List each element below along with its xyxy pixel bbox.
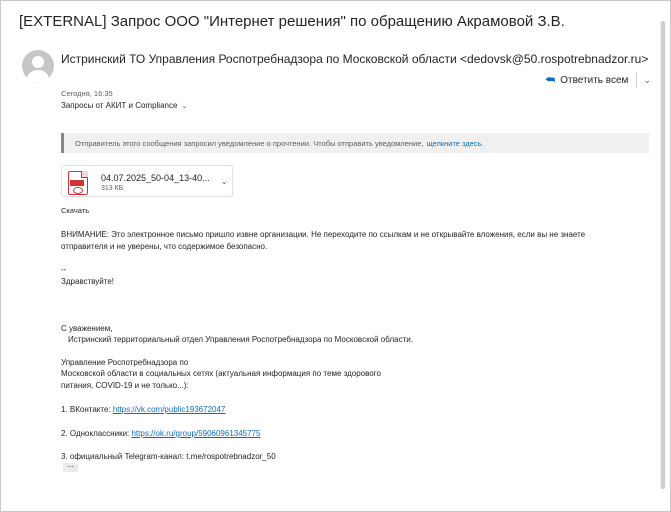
attachment-card[interactable]: 04.07.2025_50-04_13-40... 313 КБ ⌄ (61, 165, 233, 197)
pdf-fold-shape (81, 171, 88, 178)
notice-text: Отправитель этого сообщения запросил уве… (75, 138, 424, 148)
greeting: Здравствуйте! (61, 277, 115, 286)
vertical-scrollbar[interactable] (660, 21, 666, 489)
ok-link[interactable]: https://ok.ru/group/59060961345775 (131, 429, 260, 438)
chevron-down-icon[interactable]: ⌄ (220, 176, 228, 187)
ok-line: 2. Одноклассники: https://ok.ru/group/59… (61, 429, 260, 438)
download-link[interactable]: Скачать (61, 206, 89, 215)
regards: С уважением, (61, 324, 113, 333)
pdf-symbol-shape (73, 187, 83, 194)
vk-link[interactable]: https://vk.com/public193672047 (113, 405, 226, 414)
vk-line: 1. ВКонтакте: https://vk.com/public19367… (61, 405, 225, 414)
pdf-label-shape (70, 180, 84, 186)
send-receipt-link[interactable]: щелкните здесь. (426, 139, 483, 148)
reply-all-button[interactable]: ⮪ Ответить всем (545, 74, 628, 87)
signature-dashes: -- (61, 265, 67, 274)
scrollbar-thumb[interactable] (661, 21, 665, 489)
reply-all-label: Ответить всем (560, 74, 629, 86)
recipients-label: Запросы от АКИТ и Compliance (61, 101, 178, 110)
sender-name[interactable]: Истринский ТО Управления Роспотребнадзор… (61, 52, 648, 66)
avatar-body-shape (27, 70, 49, 82)
social-line-2: Московской области в социальных сетях (а… (61, 369, 381, 378)
vk-label: 1. ВКонтакте: (61, 405, 113, 414)
reply-toolbar: ⮪ Ответить всем ⌄ (545, 71, 651, 89)
reply-divider (636, 72, 638, 88)
social-line-1: Управление Роспотребнадзора по (61, 358, 189, 367)
sender-avatar[interactable] (22, 50, 54, 82)
attachment-size: 313 КБ (101, 185, 124, 192)
show-more-button[interactable]: ... (63, 461, 78, 472)
department-name: Истринский территориальный отдел Управле… (68, 335, 413, 344)
attachment-name: 04.07.2025_50-04_13-40... (101, 173, 210, 183)
read-receipt-notice: Отправитель этого сообщения запросил уве… (61, 133, 649, 153)
reply-all-icon: ⮪ (545, 73, 556, 86)
expand-chevron-icon[interactable]: ⌄ (181, 102, 187, 110)
email-subject: [EXTERNAL] Запрос ООО "Интернет решения"… (19, 13, 565, 30)
warning-line-1: ВНИМАНИЕ: Это электронное письмо пришло … (61, 230, 586, 239)
social-line-3: питания, COVID-19 и не только...): (61, 381, 189, 390)
pdf-file-icon (68, 171, 88, 195)
warning-line-2: отправителя и не уверены, что содержимое… (61, 242, 268, 251)
chevron-down-icon[interactable]: ⌄ (643, 75, 651, 86)
ok-label: 2. Одноклассники: (61, 429, 132, 438)
telegram-line: 3. официальный Telegram-канал: t.me/rosp… (61, 452, 276, 461)
recipients-row[interactable]: Запросы от АКИТ и Compliance ⌄ (61, 101, 187, 110)
email-date: Сегодня, 16:35 (61, 89, 113, 98)
avatar-head-shape (32, 56, 44, 68)
